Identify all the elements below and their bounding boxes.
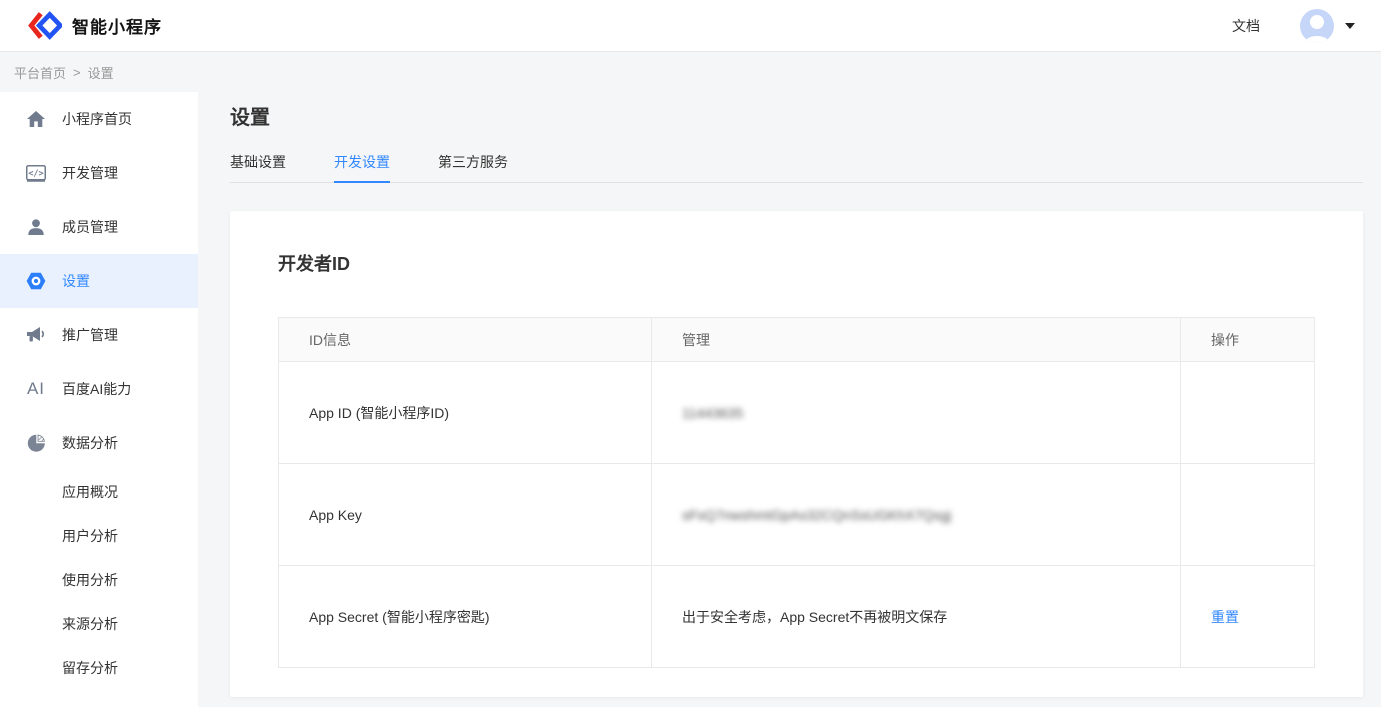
app-secret-label: App Secret (智能小程序密匙) [279,566,652,668]
app-key-value: sFsQ7nwshmtGpAs32CQnSsUGKhX7Qsgj [682,507,951,523]
sidebar-item-settings[interactable]: 设置 [0,254,198,308]
app-logo[interactable]: 智能小程序 [28,11,162,40]
main-content: 设置 基础设置 开发设置 第三方服务 开发者ID ID信息 管理 操作 [198,92,1381,707]
table-header-row: ID信息 管理 操作 [279,318,1315,362]
ai-icon: AI [25,379,47,399]
col-header-id-info: ID信息 [279,318,652,362]
sidebar-item-baidu-ai[interactable]: AI 百度AI能力 [0,362,198,416]
sidebar: 小程序首页 </> 开发管理 成员管理 [0,92,198,707]
breadcrumb-current: 设置 [88,63,114,82]
sidebar-item-member-management[interactable]: 成员管理 [0,200,198,254]
sidebar-subitem-retention-analysis[interactable]: 留存分析 [0,646,198,690]
tab-third-party-services[interactable]: 第三方服务 [438,154,508,182]
home-icon [25,111,47,127]
col-header-manage: 管理 [652,318,1181,362]
app-key-label: App Key [279,464,652,566]
app-id-label: App ID (智能小程序ID) [279,362,652,464]
app-key-action-cell [1181,464,1315,566]
sidebar-item-promotion[interactable]: 推广管理 [0,308,198,362]
breadcrumb-platform-home[interactable]: 平台首页 [14,63,66,82]
sidebar-subitem-source-analysis[interactable]: 来源分析 [0,602,198,646]
table-row-app-secret: App Secret (智能小程序密匙) 出于安全考虑，App Secret不再… [279,566,1315,668]
sidebar-subitem-usage-analysis[interactable]: 使用分析 [0,558,198,602]
page-title: 设置 [230,104,1363,132]
app-id-action-cell [1181,362,1315,464]
developer-id-table: ID信息 管理 操作 App ID (智能小程序ID) 11443635 App… [278,317,1315,668]
user-icon [25,219,47,235]
sidebar-item-miniprogram-home[interactable]: 小程序首页 [0,92,198,146]
app-secret-note: 出于安全考虑，App Secret不再被明文保存 [652,566,1181,668]
section-title: 开发者ID [278,253,1315,275]
table-row-app-id: App ID (智能小程序ID) 11443635 [279,362,1315,464]
breadcrumb-separator: > [73,65,81,80]
pie-chart-icon [25,434,47,452]
sidebar-item-dev-management[interactable]: </> 开发管理 [0,146,198,200]
doc-link[interactable]: 文档 [1232,16,1260,36]
sidebar-subitem-app-overview[interactable]: 应用概况 [0,470,198,514]
sidebar-subitem-user-analysis[interactable]: 用户分析 [0,514,198,558]
developer-id-card: 开发者ID ID信息 管理 操作 App ID (智能小程序ID) 114436… [230,211,1363,697]
top-bar: 智能小程序 文档 [0,0,1381,52]
tab-dev-settings[interactable]: 开发设置 [334,154,390,182]
logo-text: 智能小程序 [72,13,162,38]
reset-link[interactable]: 重置 [1211,609,1239,625]
avatar[interactable] [1300,9,1334,43]
tab-basic-settings[interactable]: 基础设置 [230,154,286,182]
col-header-action: 操作 [1181,318,1315,362]
breadcrumb: 平台首页 > 设置 [0,52,1381,92]
svg-text:</>: </> [28,169,43,179]
sidebar-item-data-analysis[interactable]: 数据分析 [0,416,198,470]
tab-bar: 基础设置 开发设置 第三方服务 [230,154,1363,183]
table-row-app-key: App Key sFsQ7nwshmtGpAs32CQnSsUGKhX7Qsgj [279,464,1315,566]
app-id-value: 11443635 [682,405,743,421]
code-icon: </> [25,165,47,182]
avatar-person-icon [1310,15,1324,29]
gear-icon [25,272,47,290]
megaphone-icon [25,327,47,343]
chevron-down-icon[interactable] [1345,23,1355,29]
logo-icon [28,11,62,40]
